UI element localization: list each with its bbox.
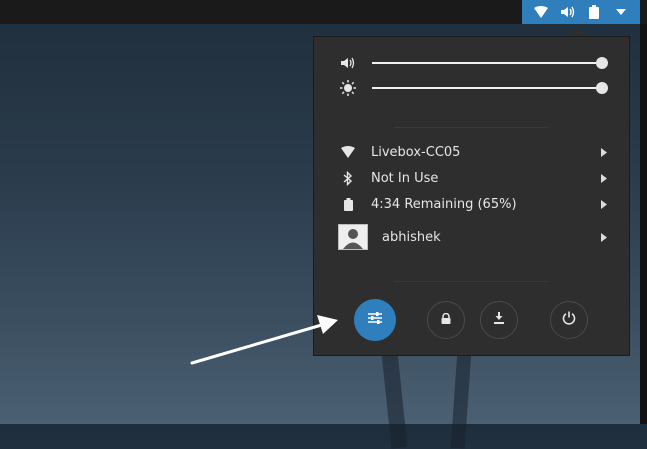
separator bbox=[394, 127, 549, 128]
lock-button[interactable] bbox=[427, 301, 465, 339]
dropdown-icon bbox=[612, 4, 630, 20]
user-name-label: abhishek bbox=[382, 229, 441, 245]
wifi-icon bbox=[532, 4, 550, 20]
brightness-slider[interactable] bbox=[372, 82, 608, 94]
annotation-arrow-icon bbox=[190, 315, 338, 365]
power-button[interactable] bbox=[550, 301, 588, 339]
chevron-right-icon bbox=[600, 146, 608, 158]
menu-item-bluetooth[interactable]: Not In Use bbox=[340, 168, 608, 188]
chevron-right-icon bbox=[600, 172, 608, 184]
suspend-button[interactable] bbox=[480, 301, 518, 339]
bluetooth-icon bbox=[340, 170, 356, 186]
brightness-slider-handle[interactable] bbox=[596, 82, 608, 94]
screen-edge bbox=[640, 24, 647, 424]
brightness-slider-fill bbox=[372, 87, 602, 89]
menu-item-battery[interactable]: 4:34 Remaining (65%) bbox=[340, 194, 608, 214]
volume-icon bbox=[559, 4, 577, 20]
power-icon bbox=[562, 311, 576, 329]
volume-slider-handle[interactable] bbox=[596, 57, 608, 69]
avatar bbox=[338, 224, 368, 250]
menu-pointer bbox=[570, 28, 586, 36]
system-menu: Livebox-CC05 Not In Use 4:34 Remaining (… bbox=[313, 36, 630, 356]
volume-slider[interactable] bbox=[372, 57, 608, 69]
battery-icon bbox=[340, 196, 356, 212]
brightness-slider-row bbox=[340, 80, 608, 96]
settings-icon bbox=[367, 311, 383, 329]
volume-icon bbox=[340, 55, 356, 71]
suspend-icon bbox=[493, 312, 505, 328]
wifi-network-label: Livebox-CC05 bbox=[371, 144, 461, 160]
menu-item-wifi[interactable]: Livebox-CC05 bbox=[340, 142, 608, 162]
wifi-icon bbox=[340, 144, 356, 160]
volume-slider-fill bbox=[372, 62, 602, 64]
top-bar bbox=[0, 0, 647, 24]
volume-slider-row bbox=[340, 55, 608, 71]
bluetooth-status-label: Not In Use bbox=[371, 170, 439, 186]
menu-item-user[interactable]: abhishek bbox=[338, 223, 608, 251]
status-tray[interactable] bbox=[522, 0, 640, 24]
brightness-icon bbox=[340, 80, 356, 96]
chevron-right-icon bbox=[600, 198, 608, 210]
settings-button[interactable] bbox=[354, 299, 396, 341]
separator bbox=[394, 281, 549, 282]
battery-status-label: 4:34 Remaining (65%) bbox=[371, 196, 517, 212]
lock-icon bbox=[441, 312, 451, 328]
battery-icon bbox=[585, 4, 603, 20]
chevron-right-icon bbox=[600, 231, 608, 243]
